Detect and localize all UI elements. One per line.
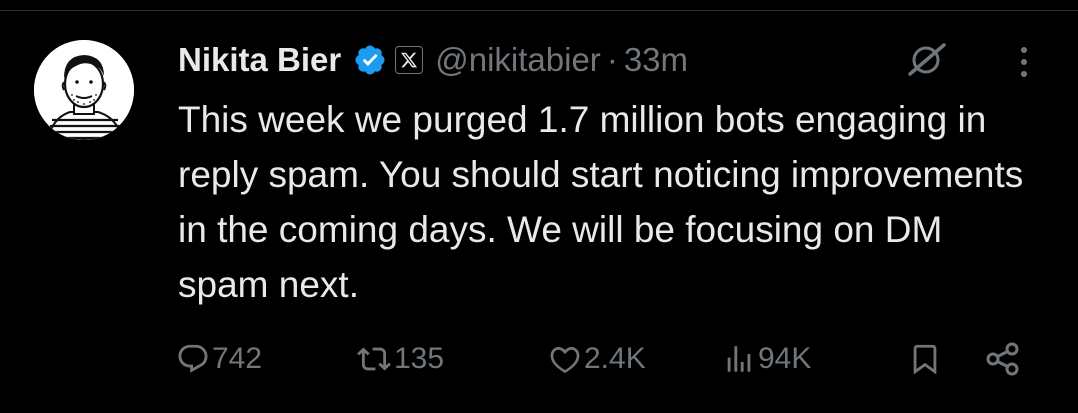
grok-icon[interactable] bbox=[904, 42, 948, 78]
repost-icon bbox=[356, 342, 392, 376]
author-handle[interactable]: @nikitabier bbox=[435, 41, 601, 79]
timestamp[interactable]: 33m bbox=[624, 41, 688, 79]
repost-count: 135 bbox=[394, 342, 445, 375]
action-bar: 742 135 2.4K 94K bbox=[176, 336, 1036, 382]
more-options-icon[interactable] bbox=[1014, 44, 1034, 80]
verified-badge-icon[interactable] bbox=[353, 43, 387, 77]
views-count: 94K bbox=[758, 342, 812, 375]
separator-dot: · bbox=[606, 41, 618, 78]
avatar[interactable] bbox=[34, 40, 134, 140]
author-name[interactable]: Nikita Bier bbox=[178, 41, 341, 79]
like-button[interactable]: 2.4K bbox=[548, 336, 646, 382]
views-chart-icon bbox=[722, 342, 756, 376]
heart-icon bbox=[548, 342, 582, 376]
views-button[interactable]: 94K bbox=[722, 336, 811, 382]
reply-icon bbox=[176, 342, 210, 376]
tweet-header: Nikita Bier @nikitabier · 33m bbox=[178, 38, 688, 82]
top-divider bbox=[0, 10, 1078, 11]
x-logo-icon[interactable] bbox=[395, 46, 424, 74]
avatar-illustration bbox=[34, 40, 134, 140]
reply-button[interactable]: 742 bbox=[176, 336, 262, 382]
bookmark-icon[interactable] bbox=[908, 336, 942, 382]
like-count: 2.4K bbox=[584, 342, 646, 375]
tweet[interactable]: Nikita Bier @nikitabier · 33m This week … bbox=[0, 0, 1078, 413]
share-icon[interactable] bbox=[984, 336, 1022, 382]
repost-button[interactable]: 135 bbox=[356, 336, 444, 382]
reply-count: 742 bbox=[212, 342, 263, 375]
tweet-text: This week we purged 1.7 million bots eng… bbox=[178, 99, 1024, 305]
